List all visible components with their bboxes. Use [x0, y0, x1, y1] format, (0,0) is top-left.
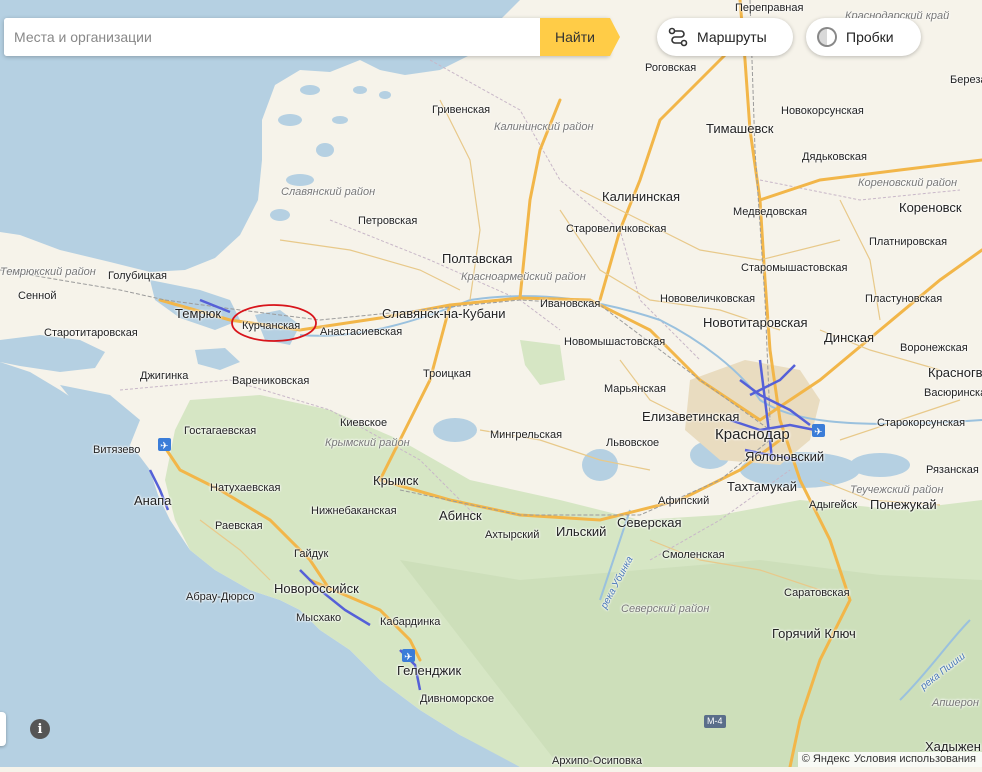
label-krymsky-rayon: Крымский район	[325, 437, 410, 449]
label-novotitarovskaya: Новотитаровская	[703, 315, 808, 330]
label-grivenskaya: Гривенская	[432, 104, 491, 116]
label-krasnogvardeyskoe: Красногвар	[928, 365, 982, 380]
label-ivanovskaya: Ивановская	[540, 298, 601, 310]
svg-text:✈: ✈	[814, 427, 822, 438]
label-slavyansky-rayon: Славянский район	[281, 186, 376, 198]
label-novomyshastovskaya: Новомышастовская	[564, 336, 666, 348]
search-bar: Найти	[4, 18, 620, 56]
label-korenovsky-rayon: Кореновский район	[858, 177, 958, 189]
label-kurchanskaya: Курчанская	[242, 320, 301, 332]
label-anapa: Анапа	[134, 493, 172, 508]
label-platnirovskaya: Платнировская	[869, 236, 948, 248]
label-akhtyrsky: Ахтырский	[485, 529, 540, 541]
label-petrovskaya: Петровская	[358, 215, 418, 227]
routes-button[interactable]: Маршруты	[657, 18, 793, 56]
label-novovelichkovskaya: Нововеличковская	[660, 293, 756, 305]
label-staromyshastovskaya: Старомышастовская	[741, 262, 848, 274]
label-novokorsunskaya: Новокорсунская	[781, 105, 864, 117]
label-slavyansk: Славянск-на-Кубани	[382, 306, 506, 321]
label-krasnodar: Краснодар	[715, 426, 790, 443]
label-starotitarovskaya: Старотитаровская	[44, 327, 138, 339]
label-saratovskaya: Саратовская	[784, 587, 850, 599]
label-elizavetinskaya: Елизаветинская	[642, 409, 740, 424]
label-vityazevo: Витязево	[93, 444, 141, 456]
label-goryachy-klyuch: Горячий Ключ	[772, 626, 856, 641]
label-plastunovskaya: Пластуновская	[865, 293, 943, 305]
routes-icon	[667, 26, 689, 48]
traffic-label: Пробки	[846, 29, 894, 45]
terms-link[interactable]: Условия использования	[854, 753, 976, 765]
label-seversky-rayon: Северский район	[621, 603, 710, 615]
traffic-button[interactable]: Пробки	[806, 18, 921, 56]
label-korenovsk: Кореновск	[899, 200, 962, 215]
label-ilsky: Ильский	[556, 524, 607, 539]
label-divnomorskoe: Дивноморское	[420, 693, 495, 705]
label-gostagaevskaya: Гостагаевская	[184, 425, 257, 437]
label-krymsk: Крымск	[373, 473, 419, 488]
label-natukhaevskaya: Натухаевская	[210, 482, 281, 494]
info-icon[interactable]: i	[30, 719, 50, 739]
label-anastasievskaya: Анастасиевская	[320, 326, 403, 338]
label-afipsky: Афипский	[658, 495, 710, 507]
label-dzhiginka: Джигинка	[140, 370, 189, 382]
label-takhtamukay: Тахтамукай	[727, 479, 798, 494]
label-starokorsunskaya: Старокорсунская	[877, 417, 966, 429]
search-button[interactable]: Найти	[540, 18, 620, 56]
label-berezan: Березан	[950, 74, 982, 86]
ruler-control[interactable]	[0, 712, 6, 746]
search-input[interactable]	[4, 18, 540, 56]
label-yablonovsky: Яблоновский	[745, 449, 825, 464]
label-voronezhskaya: Воронежская	[900, 342, 968, 354]
label-razanskaya: Рязанская	[926, 464, 979, 476]
label-mingrelskaya: Мингрельская	[490, 429, 563, 441]
label-kalininsky-rayon: Калининский район	[494, 121, 594, 133]
label-apsheron: Апшерон	[932, 697, 979, 709]
label-dyadkovskaya: Дядьковская	[802, 151, 867, 163]
label-abrau-dyurso: Абрау-Дюрсо	[186, 591, 255, 603]
label-temryuksky-rayon: Темрюкский район	[0, 266, 96, 278]
label-raevskaya: Раевская	[215, 520, 263, 532]
svg-text:✈: ✈	[160, 441, 168, 452]
label-krasnoarmeysky-rayon: Красноармейский район	[461, 271, 586, 283]
label-starovelichkovskaya: Старовеличковская	[566, 223, 667, 235]
label-severskaya: Северская	[617, 515, 682, 530]
label-troitskaya: Троицкая	[423, 368, 471, 380]
label-poltavskaya: Полтавская	[442, 251, 513, 266]
label-perepravnaya: Переправная	[735, 2, 804, 14]
label-timashevsk: Тимашевск	[706, 121, 774, 136]
label-temryuk: Темрюк	[175, 306, 222, 321]
label-ponezhukay: Понежукай	[870, 497, 937, 512]
label-abinsk: Абинск	[439, 508, 482, 523]
label-medvedovskaya: Медведовская	[733, 206, 808, 218]
label-sennoy: Сенной	[18, 290, 57, 302]
traffic-icon	[816, 26, 838, 48]
label-kievskoe: Киевское	[340, 417, 388, 429]
map-canvas[interactable]: ✈ ✈ ✈ Переправная Краснодарский край Рогов…	[0, 0, 982, 769]
label-novorossiysk: Новороссийск	[274, 581, 359, 596]
label-rogovskaya: Роговская	[645, 62, 697, 74]
copyright-text: © Яндекс	[801, 753, 850, 765]
label-kalininskaya: Калининская	[602, 189, 681, 204]
label-myskhako: Мысхако	[296, 612, 342, 624]
road-badge-m4: М-4	[704, 715, 726, 728]
label-teuchezhsky-rayon: Теучежский район	[850, 484, 944, 496]
label-vasyurinskaya: Васюринская	[924, 387, 982, 399]
label-maryanskaya: Марьянская	[604, 383, 666, 395]
label-golubitskaya: Голубицкая	[108, 270, 168, 282]
routes-label: Маршруты	[697, 29, 767, 45]
label-kabardinka: Кабардинка	[380, 616, 441, 628]
label-dinskaya: Динская	[824, 330, 874, 345]
label-nizhnebakanskaya: Нижнебаканская	[311, 505, 397, 517]
label-smolenskaya: Смоленская	[662, 549, 725, 561]
map-copyright: © Яндекс Условия использования	[797, 752, 982, 767]
label-varenikovskaya: Варениковская	[232, 375, 310, 387]
label-gelendzhik: Геленджик	[397, 663, 462, 678]
label-gaiduk: Гайдук	[294, 548, 329, 560]
label-lvovskoe: Львовское	[606, 437, 660, 449]
label-arkhipo-osipovka: Архипо-Осиповка	[552, 755, 643, 767]
svg-text:✈: ✈	[404, 652, 412, 663]
label-adygeysk: Адыгейск	[809, 499, 858, 511]
